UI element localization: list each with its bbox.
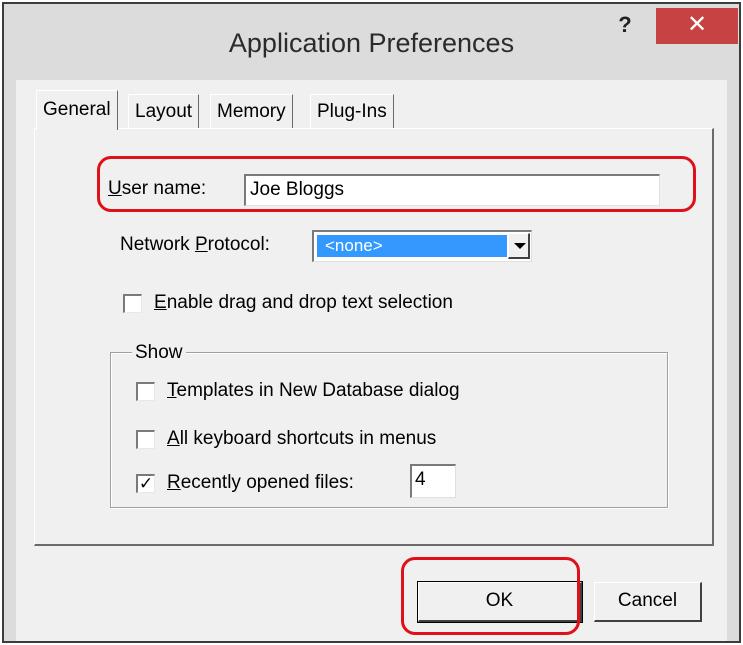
close-button[interactable]: ✕ [656,8,738,44]
tab-label: Plug-Ins [317,101,387,122]
dialog-window: Application Preferences ? ✕ General Layo… [2,2,741,643]
cancel-button[interactable]: Cancel [594,582,702,622]
network-protocol-select[interactable]: <none> [312,230,532,262]
tab-label: General [43,99,111,120]
ok-button[interactable]: OK [417,581,583,623]
shortcuts-checkbox[interactable] [136,430,155,449]
user-name-label: User name: [108,178,207,199]
tab-label: Layout [135,101,193,122]
show-group-label: Show [132,342,186,364]
user-name-input[interactable]: Joe Bloggs [244,174,660,206]
network-protocol-label: Network Protocol: [120,234,270,255]
drag-drop-label: Enable drag and drop text selection [154,292,453,313]
protocol-selected-value: <none> [316,234,508,258]
help-button[interactable]: ? [602,10,648,44]
tab-layout[interactable]: Layout [128,94,200,128]
tab-memory[interactable]: Memory [210,94,293,128]
templates-checkbox[interactable] [136,382,155,401]
templates-label: Templates in New Database dialog [167,380,460,401]
recent-files-label: Recently opened files: [167,472,354,493]
close-icon: ✕ [686,11,708,38]
tab-label: Memory [217,101,286,122]
chevron-down-icon[interactable] [508,233,530,259]
drag-drop-checkbox[interactable] [123,294,142,313]
tab-general[interactable]: General [36,90,118,130]
title-bar[interactable]: Application Preferences ? ✕ [4,4,739,80]
tab-plug-ins[interactable]: Plug-Ins [310,94,394,128]
shortcuts-label: All keyboard shortcuts in menus [167,428,437,449]
recent-files-checkbox[interactable]: ✓ [136,474,155,493]
recent-files-count-input[interactable]: 4 [410,464,456,498]
check-icon: ✓ [138,474,154,493]
dialog-client: General Layout Memory Plug-Ins User name… [16,80,727,641]
